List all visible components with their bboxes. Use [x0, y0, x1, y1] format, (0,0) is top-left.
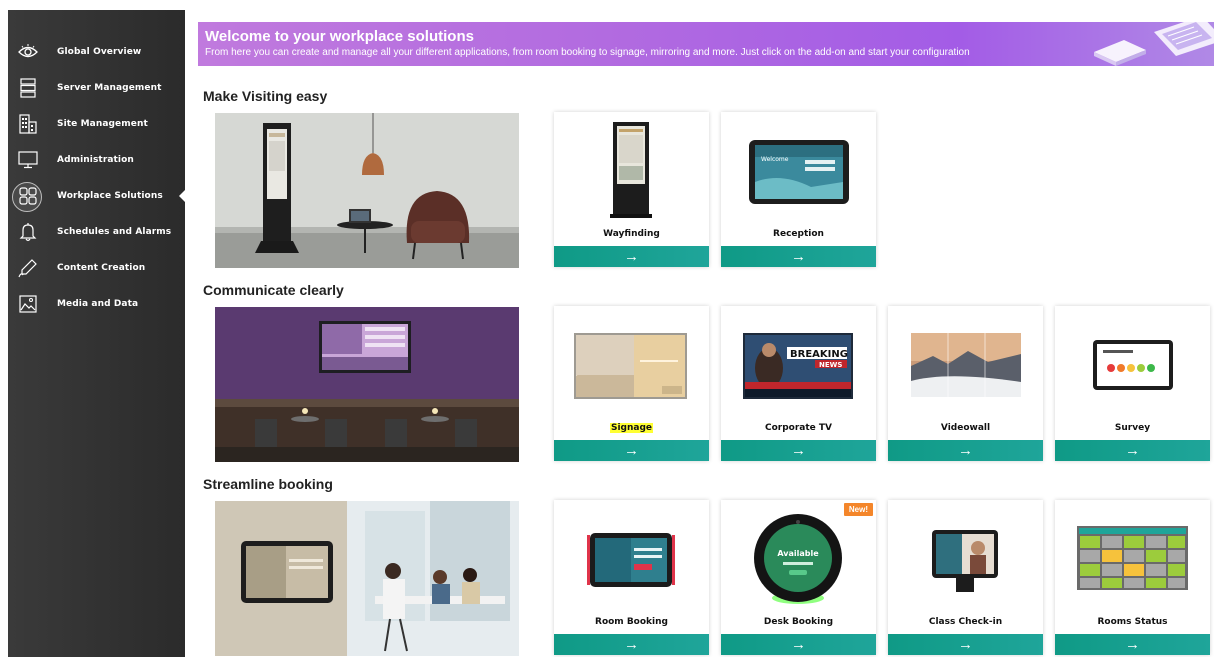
card-reception[interactable]: Welcome Reception →	[721, 112, 876, 267]
card-label: Corporate TV	[764, 423, 832, 433]
open-room-booking-button[interactable]: →	[554, 634, 709, 655]
sidebar-item-schedules-and-alarms[interactable]: Schedules and Alarms	[8, 219, 185, 245]
class-check-in-tablet-image	[932, 530, 998, 592]
sidebar-item-content-creation[interactable]: Content Creation	[8, 255, 185, 281]
sidebar-item-label: Workplace Solutions	[57, 191, 163, 201]
section-title-booking: Streamline booking	[203, 476, 333, 492]
card-label: Room Booking	[595, 617, 668, 627]
open-signage-button[interactable]: →	[554, 440, 709, 461]
open-desk-booking-button[interactable]: →	[721, 634, 876, 655]
open-wayfinding-button[interactable]: →	[554, 246, 709, 267]
card-rooms-status[interactable]: Rooms Status →	[1055, 500, 1210, 655]
card-label: Desk Booking	[763, 617, 834, 627]
sidebar-item-server-management[interactable]: Server Management	[8, 75, 185, 101]
eye-icon	[17, 41, 39, 63]
new-badge: New!	[843, 503, 873, 516]
videowall-image	[911, 333, 1021, 397]
signage-screen-image	[574, 333, 687, 399]
corporate-tv-image: BREAKING NEWS	[743, 333, 853, 399]
room-booking-tablet-image	[587, 533, 675, 587]
banner-illustration	[1094, 22, 1214, 66]
open-videowall-button[interactable]: →	[888, 440, 1043, 461]
banner-title: Welcome to your workplace solutions	[205, 28, 474, 45]
card-class-check-in[interactable]: Class Check-in →	[888, 500, 1043, 655]
card-desk-booking[interactable]: Available New! Desk Booking →	[721, 500, 876, 655]
card-label: Rooms Status	[1097, 617, 1168, 627]
wayfinding-kiosk-image	[610, 122, 652, 218]
reception-screen-text: Welcome	[761, 156, 789, 163]
breaking-text: BREAKING	[790, 349, 848, 360]
banner-subtitle: From here you can create and manage all …	[205, 47, 970, 58]
card-survey[interactable]: Survey →	[1055, 306, 1210, 461]
card-corporate-tv[interactable]: BREAKING NEWS Corporate TV →	[721, 306, 876, 461]
bell-icon	[17, 221, 39, 243]
card-label: Videowall	[940, 423, 991, 433]
signage-label-highlight: Signage	[609, 423, 654, 433]
sidebar-item-global-overview[interactable]: Global Overview	[8, 39, 185, 65]
sidebar-item-label: Media and Data	[57, 299, 139, 309]
sidebar-item-media-and-data[interactable]: Media and Data	[8, 291, 185, 317]
grid-icon	[17, 185, 39, 207]
open-reception-button[interactable]: →	[721, 246, 876, 267]
available-text: Available	[777, 549, 819, 558]
open-class-check-in-button[interactable]: →	[888, 634, 1043, 655]
reception-tablet-image: Welcome	[749, 140, 849, 204]
monitor-icon	[17, 149, 39, 171]
section-title-communicate: Communicate clearly	[203, 282, 344, 298]
section-title-visiting: Make Visiting easy	[203, 88, 328, 104]
sidebar-item-label: Server Management	[57, 83, 162, 93]
sidebar-item-label: Schedules and Alarms	[57, 227, 172, 237]
sidebar-item-label: Site Management	[57, 119, 148, 129]
open-survey-button[interactable]: →	[1055, 440, 1210, 461]
card-label: Reception	[773, 229, 824, 239]
sidebar-item-site-management[interactable]: Site Management	[8, 111, 185, 137]
open-rooms-status-button[interactable]: →	[1055, 634, 1210, 655]
card-label: Wayfinding	[603, 229, 660, 239]
open-corporate-tv-button[interactable]: →	[721, 440, 876, 461]
hero-communicate-photo	[215, 307, 519, 462]
card-videowall[interactable]: Videowall →	[888, 306, 1043, 461]
hero-booking-photo	[215, 501, 519, 656]
sidebar-item-administration[interactable]: Administration	[8, 147, 185, 173]
sidebar-item-label: Global Overview	[57, 47, 142, 57]
pen-icon	[17, 257, 39, 279]
news-text: NEWS	[819, 361, 842, 369]
image-icon	[17, 293, 39, 315]
welcome-banner: Welcome to your workplace solutions From…	[198, 22, 1214, 66]
building-icon	[17, 113, 39, 135]
sidebar-item-workplace-solutions[interactable]: Workplace Solutions	[8, 182, 186, 212]
card-label: Signage	[554, 423, 709, 433]
sidebar: Global Overview Server Management Site M…	[8, 10, 186, 657]
server-icon	[17, 77, 39, 99]
card-room-booking[interactable]: Room Booking →	[554, 500, 709, 655]
sidebar-item-label: Content Creation	[57, 263, 146, 273]
card-label: Class Check-in	[928, 617, 1003, 627]
sidebar-item-label: Administration	[57, 155, 134, 165]
card-wayfinding[interactable]: Wayfinding →	[554, 112, 709, 267]
survey-tablet-image	[1093, 340, 1173, 390]
rooms-status-screen-image	[1077, 526, 1188, 590]
card-signage[interactable]: Signage →	[554, 306, 709, 461]
desk-booking-device-image: Available	[754, 514, 842, 604]
card-label: Survey	[1114, 423, 1151, 433]
active-notch	[179, 189, 186, 203]
hero-visiting-photo	[215, 113, 519, 268]
